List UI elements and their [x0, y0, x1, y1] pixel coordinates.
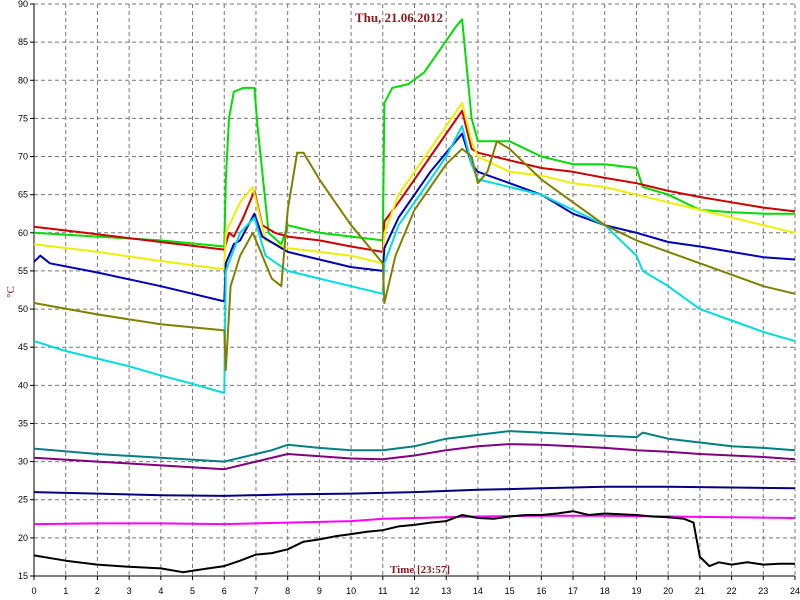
y-tick-label: 20 [18, 533, 28, 543]
y-tick-label: 75 [18, 113, 28, 123]
x-tick-label: 6 [222, 586, 227, 596]
y-tick-label: 90 [18, 0, 28, 9]
x-tick-label: 17 [568, 586, 578, 596]
x-tick-label: 5 [190, 586, 195, 596]
x-tick-label: 19 [631, 586, 641, 596]
x-tick-label: 15 [505, 586, 515, 596]
y-tick-label: 35 [18, 418, 28, 428]
y-tick-label: 50 [18, 304, 28, 314]
line-chart: 0 1 2 3 4 5 6 7 8 9 10 11 12 13 14 15 16 17 18 19 20 21 22 23 24… [0, 0, 800, 600]
y-tick-label: 85 [18, 37, 28, 47]
y-tick-label: 70 [18, 152, 28, 162]
y-tick-label: 65 [18, 190, 28, 200]
chart-title: Thu, 21.06.2012 [355, 10, 443, 25]
y-tick-label: 30 [18, 457, 28, 467]
x-tick-label: 10 [346, 586, 356, 596]
x-tick-label: 7 [253, 586, 258, 596]
x-tick-label: 12 [409, 586, 419, 596]
x-tick-label: 16 [536, 586, 546, 596]
x-tick-label: 18 [600, 586, 610, 596]
x-tick-label: 24 [790, 586, 800, 596]
x-tick-label: 0 [31, 586, 36, 596]
y-tick-label: 15 [18, 571, 28, 581]
y-tick-label: 80 [18, 75, 28, 85]
x-tick-label: 2 [95, 586, 100, 596]
y-tick-label: 60 [18, 228, 28, 238]
x-tick-label: 9 [317, 586, 322, 596]
x-tick-label: 22 [727, 586, 737, 596]
x-tick-label: 14 [473, 586, 483, 596]
x-tick-label: 13 [441, 586, 451, 596]
x-tick-label: 3 [127, 586, 132, 596]
y-tick-label: 25 [18, 495, 28, 505]
x-axis-title: Time [23:57] [390, 564, 450, 576]
y-tick-label: 45 [18, 342, 28, 352]
x-tick-label: 4 [158, 586, 163, 596]
y-tick-label: 40 [18, 380, 28, 390]
y-axis-title: °C [5, 286, 17, 298]
x-tick-label: 23 [758, 586, 768, 596]
x-tick-label: 1 [63, 586, 68, 596]
x-tick-label: 20 [663, 586, 673, 596]
chart-background [0, 0, 800, 600]
x-tick-label: 8 [285, 586, 290, 596]
x-tick-label: 11 [378, 586, 387, 596]
x-tick-label: 21 [695, 586, 705, 596]
y-tick-label: 55 [18, 266, 28, 276]
